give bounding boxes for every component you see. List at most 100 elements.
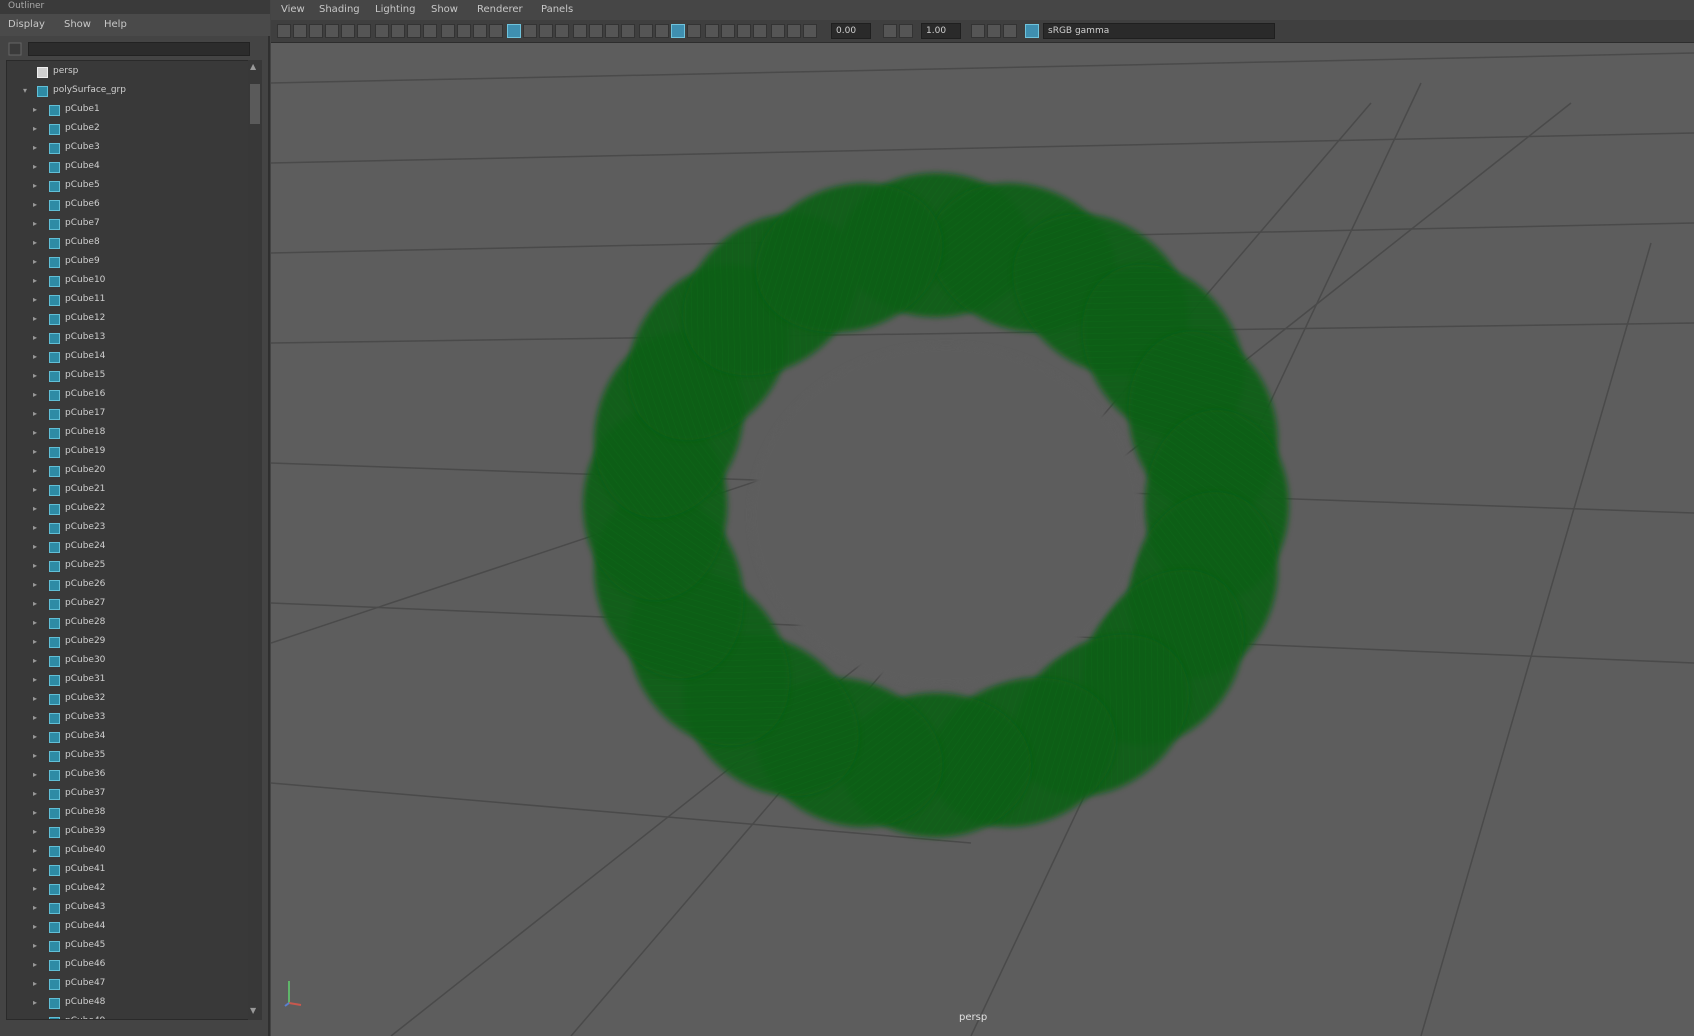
toolbar-button-icon[interactable] xyxy=(441,24,455,38)
menu-renderer[interactable]: Renderer xyxy=(477,4,523,15)
outliner-menu-help[interactable]: Help xyxy=(104,19,127,30)
toolbar-button-icon[interactable] xyxy=(803,24,817,38)
outliner-item[interactable]: ▸ pCube19 xyxy=(7,442,251,461)
expand-right-icon[interactable]: ▸ xyxy=(33,1012,37,1019)
outliner-item[interactable]: ▸ pCube21 xyxy=(7,480,251,499)
outliner-item[interactable]: ▸ pCube25 xyxy=(7,556,251,575)
scroll-thumb[interactable] xyxy=(250,84,260,124)
outliner-item[interactable]: ▸ pCube16 xyxy=(7,385,251,404)
outliner-item[interactable]: ▸ pCube33 xyxy=(7,708,251,727)
menu-lighting[interactable]: Lighting xyxy=(375,4,415,15)
outliner-item[interactable]: ▸ pCube1 xyxy=(7,100,251,119)
toolbar-button-icon[interactable] xyxy=(375,24,389,38)
outliner-item[interactable]: ▸ pCube26 xyxy=(7,575,251,594)
toolbar-button-icon[interactable] xyxy=(573,24,587,38)
outliner-item[interactable]: ▸ pCube34 xyxy=(7,727,251,746)
toolbar-button-icon[interactable] xyxy=(555,24,569,38)
toolbar-button-icon[interactable] xyxy=(771,24,785,38)
expand-right-icon[interactable]: ▸ xyxy=(33,309,37,328)
toolbar-button-icon[interactable] xyxy=(753,24,767,38)
expand-right-icon[interactable]: ▸ xyxy=(33,670,37,689)
color-management-icon[interactable] xyxy=(1025,24,1039,38)
outliner-item[interactable]: ▸ pCube18 xyxy=(7,423,251,442)
expand-right-icon[interactable]: ▸ xyxy=(33,993,37,1012)
expand-right-icon[interactable]: ▸ xyxy=(33,556,37,575)
toolbar-button-icon[interactable] xyxy=(423,24,437,38)
toolbar-button-icon[interactable] xyxy=(407,24,421,38)
toolbar-button-icon[interactable] xyxy=(655,24,669,38)
toolbar-button-icon[interactable] xyxy=(899,24,913,38)
expand-right-icon[interactable]: ▸ xyxy=(33,442,37,461)
outliner-item[interactable]: ▸ pCube29 xyxy=(7,632,251,651)
expand-right-icon[interactable]: ▸ xyxy=(33,822,37,841)
expand-right-icon[interactable]: ▸ xyxy=(33,936,37,955)
expand-right-icon[interactable]: ▸ xyxy=(33,917,37,936)
outliner-item[interactable]: ▸ pCube11 xyxy=(7,290,251,309)
expand-right-icon[interactable]: ▸ xyxy=(33,613,37,632)
scroll-down-icon[interactable]: ▼ xyxy=(250,1006,256,1015)
outliner-item[interactable]: ▸ pCube28 xyxy=(7,613,251,632)
expand-right-icon[interactable]: ▸ xyxy=(33,841,37,860)
expand-right-icon[interactable]: ▸ xyxy=(33,784,37,803)
outliner-item[interactable]: ▸ pCube20 xyxy=(7,461,251,480)
expand-right-icon[interactable]: ▸ xyxy=(33,898,37,917)
outliner-item[interactable]: ▸ pCube43 xyxy=(7,898,251,917)
toolbar-button-icon[interactable] xyxy=(341,24,355,38)
outliner-item[interactable]: ▸ pCube4 xyxy=(7,157,251,176)
outliner-item[interactable]: ▸ pCube39 xyxy=(7,822,251,841)
outliner-item[interactable]: ▸ pCube49 xyxy=(7,1012,251,1019)
search-options-icon[interactable] xyxy=(8,42,22,56)
toolbar-button-icon[interactable] xyxy=(489,24,503,38)
outliner-item[interactable]: ▸ pCube8 xyxy=(7,233,251,252)
expand-right-icon[interactable]: ▸ xyxy=(33,157,37,176)
outliner-item[interactable]: ▸ pCube48 xyxy=(7,993,251,1012)
expand-right-icon[interactable]: ▸ xyxy=(33,594,37,613)
toolbar-button-icon[interactable] xyxy=(621,24,635,38)
outliner-item[interactable]: ▸ pCube10 xyxy=(7,271,251,290)
expand-right-icon[interactable]: ▸ xyxy=(33,176,37,195)
expand-right-icon[interactable]: ▸ xyxy=(33,290,37,309)
expand-right-icon[interactable]: ▸ xyxy=(33,385,37,404)
outliner-item[interactable]: ▸ pCube37 xyxy=(7,784,251,803)
toolbar-button-icon[interactable] xyxy=(705,24,719,38)
outliner-item[interactable]: ▸ pCube32 xyxy=(7,689,251,708)
menu-panels[interactable]: Panels xyxy=(541,4,573,15)
expand-right-icon[interactable]: ▸ xyxy=(33,461,37,480)
toolbar-button-icon[interactable] xyxy=(357,24,371,38)
outliner-item[interactable]: ▸ pCube12 xyxy=(7,309,251,328)
toolbar-button-icon[interactable] xyxy=(277,24,291,38)
expand-right-icon[interactable]: ▸ xyxy=(33,366,37,385)
expand-right-icon[interactable]: ▸ xyxy=(33,689,37,708)
expand-right-icon[interactable]: ▸ xyxy=(33,233,37,252)
scroll-up-icon[interactable]: ▲ xyxy=(250,62,256,71)
toolbar-button-icon[interactable] xyxy=(293,24,307,38)
outliner-item[interactable]: ▸ pCube46 xyxy=(7,955,251,974)
outliner-item[interactable]: ▸ pCube42 xyxy=(7,879,251,898)
expand-right-icon[interactable]: ▸ xyxy=(33,803,37,822)
toolbar-button-icon[interactable] xyxy=(671,24,685,38)
expand-right-icon[interactable]: ▸ xyxy=(33,328,37,347)
outliner-item[interactable]: ▸ pCube9 xyxy=(7,252,251,271)
menu-show[interactable]: Show xyxy=(431,4,458,15)
expand-right-icon[interactable]: ▸ xyxy=(33,879,37,898)
toolbar-button-icon[interactable] xyxy=(687,24,701,38)
expand-right-icon[interactable]: ▸ xyxy=(33,214,37,233)
outliner-item[interactable]: ▸ pCube15 xyxy=(7,366,251,385)
viewport-scene[interactable] xyxy=(271,43,1694,1036)
outliner-item[interactable]: ▸ pCube38 xyxy=(7,803,251,822)
outliner-search-input[interactable] xyxy=(28,42,250,56)
outliner-item[interactable]: ▸ pCube31 xyxy=(7,670,251,689)
toolbar-button-icon[interactable] xyxy=(589,24,603,38)
expand-right-icon[interactable]: ▸ xyxy=(33,765,37,784)
outliner-scrollbar[interactable]: ▲ ▼ xyxy=(248,60,262,1020)
toolbar-button-icon[interactable] xyxy=(639,24,653,38)
toolbar-button-icon[interactable] xyxy=(507,24,521,38)
expand-down-icon[interactable]: ▾ xyxy=(23,81,27,100)
gamma-field[interactable]: 1.00 xyxy=(921,23,961,39)
expand-right-icon[interactable]: ▸ xyxy=(33,499,37,518)
toolbar-button-icon[interactable] xyxy=(721,24,735,38)
color-space-dropdown[interactable]: sRGB gamma xyxy=(1043,23,1275,39)
outliner-item[interactable]: ▸ pCube41 xyxy=(7,860,251,879)
menu-view[interactable]: View xyxy=(281,4,305,15)
outliner-item[interactable]: ▸ pCube13 xyxy=(7,328,251,347)
